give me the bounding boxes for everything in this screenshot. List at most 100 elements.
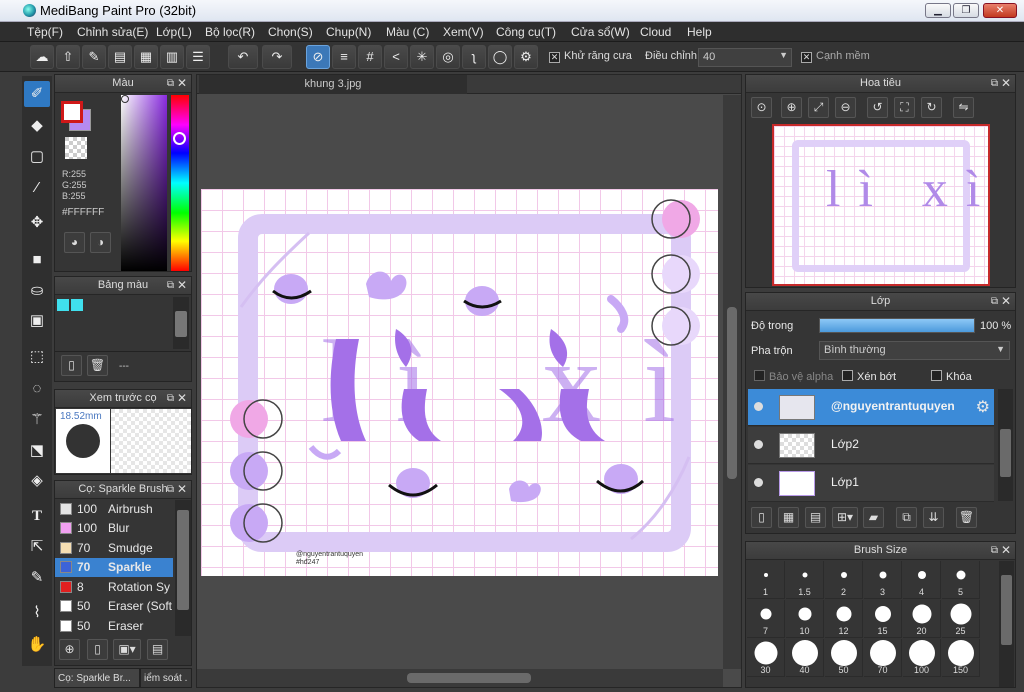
fit-window-icon[interactable]: ⤢ <box>808 97 829 118</box>
palette-icon[interactable]: ◕ <box>64 232 85 253</box>
lock-checkbox[interactable]: Khóa <box>931 370 972 383</box>
zoom-out-icon[interactable]: ⊖ <box>835 97 856 118</box>
layer-row[interactable]: Lớp2 <box>748 427 994 464</box>
brush-menu-icon[interactable]: ▣▾ <box>113 639 141 660</box>
menu-cloud[interactable]: Cloud <box>640 25 671 39</box>
delete-layer-icon[interactable]: 🗑 <box>956 507 977 528</box>
saturation-value-picker[interactable] <box>121 95 167 271</box>
antialias-checkbox[interactable]: ✕ Khử răng cưa <box>549 50 632 63</box>
brush-size-cell[interactable]: 70 <box>864 639 902 677</box>
minimize-button[interactable]: ▁ <box>925 3 951 18</box>
new-brush-icon[interactable]: ▯ <box>87 639 108 660</box>
new-palette-icon[interactable]: ▯ <box>61 355 82 376</box>
menu-help[interactable]: Help <box>687 25 712 39</box>
vertical-scrollbar[interactable] <box>723 95 741 669</box>
navigator-preview[interactable]: lì xì <box>772 124 990 286</box>
tab-document[interactable]: khung 3.jpg <box>199 75 467 94</box>
rotate-right-icon[interactable]: ↻ <box>921 97 942 118</box>
artwork-canvas[interactable]: lì xì @nguyentrantuquyen #hđ247 <box>201 189 718 576</box>
brush-size-cell[interactable]: 2 <box>825 561 863 599</box>
flip-horizontal-icon[interactable]: ⇋ <box>953 97 974 118</box>
message-icon[interactable]: ▤ <box>108 45 132 69</box>
undo-button[interactable]: ↶ <box>228 45 258 69</box>
primary-color-swatch[interactable] <box>61 101 83 123</box>
brush-item[interactable]: 50 Eraser <box>55 617 173 636</box>
brush-size-scrollbar[interactable] <box>999 561 1014 687</box>
opacity-slider[interactable] <box>819 318 975 333</box>
eye-icon[interactable] <box>754 478 763 487</box>
zoom-in-icon[interactable]: ⊕ <box>781 97 802 118</box>
brush-size-cell[interactable]: 1 <box>747 561 785 599</box>
menu-tools[interactable]: Công cụ(T) <box>496 25 556 39</box>
brush-size-cell[interactable]: 40 <box>786 639 824 677</box>
close-icon[interactable]: ✕ <box>177 390 187 407</box>
protect-alpha-checkbox[interactable]: Bảo vệ alpha <box>754 370 833 383</box>
eraser-tool-icon[interactable]: ◆ <box>24 113 50 139</box>
menu-edit[interactable]: Chỉnh sửa(E) <box>77 25 148 39</box>
close-icon[interactable]: ✕ <box>177 75 187 92</box>
new-layer-icon[interactable]: ▯ <box>751 507 772 528</box>
close-icon[interactable]: ✕ <box>1001 293 1011 310</box>
hue-slider[interactable] <box>171 95 189 271</box>
brush-size-cell[interactable]: 3 <box>864 561 902 599</box>
eye-icon[interactable] <box>754 402 763 411</box>
tab-control[interactable]: iểm soát . <box>140 668 192 688</box>
undock-icon[interactable]: ⧉ <box>991 293 998 310</box>
layer-row[interactable]: Lớp1 <box>748 465 994 502</box>
menu-filter[interactable]: Bộ lọc(R) <box>205 25 255 39</box>
hue-cursor[interactable] <box>173 132 186 145</box>
soft-edge-checkbox[interactable]: ✕ Cạnh mềm <box>801 50 870 63</box>
redo-button[interactable]: ↷ <box>262 45 292 69</box>
close-window-button[interactable]: ✕ <box>983 3 1017 18</box>
close-icon[interactable]: ✕ <box>177 481 187 498</box>
brush-list-scrollbar[interactable] <box>175 500 191 636</box>
snap-off-icon[interactable]: ⊘ <box>306 45 330 69</box>
gradient-tool-icon[interactable]: ▣ <box>24 308 50 334</box>
brush-item-selected[interactable]: 70 Sparkle <box>55 558 173 577</box>
comment-icon[interactable]: ✎ <box>82 45 106 69</box>
radial-snap-icon[interactable]: ✳ <box>410 45 434 69</box>
adjust-select[interactable]: 40 ▼ <box>698 48 792 67</box>
brush-tool-icon[interactable]: ✐ <box>24 81 50 107</box>
rectangle-tool-icon[interactable]: ▢ <box>24 144 50 170</box>
brush-item[interactable]: 100 Blur <box>55 519 173 538</box>
brush-size-cell[interactable]: 1.5 <box>786 561 824 599</box>
palette-scrollbar[interactable] <box>173 297 189 349</box>
dot-brush-tool-icon[interactable]: ⁄ <box>24 175 50 201</box>
layer-row-selected[interactable]: @nguyentrantuquyen ⚙ <box>748 389 994 426</box>
undock-icon[interactable]: ⧉ <box>991 75 998 92</box>
restore-button[interactable]: ❐ <box>953 3 979 18</box>
brush-size-cell[interactable]: 30 <box>747 639 785 677</box>
brush-item[interactable]: 100 Airbrush <box>55 500 173 519</box>
brush-size-cell[interactable]: 5 <box>942 561 980 599</box>
menu-capture[interactable]: Chụp(N) <box>326 25 371 39</box>
eye-icon[interactable] <box>754 440 763 449</box>
hand-tool-icon[interactable]: ✋ <box>24 632 50 658</box>
brush-size-cell[interactable]: 15 <box>864 600 902 638</box>
rotate-left-icon[interactable]: ↺ <box>867 97 888 118</box>
trash-icon[interactable]: 🗑 <box>87 355 108 376</box>
share-icon[interactable]: ⇧ <box>56 45 80 69</box>
tab-brush[interactable]: Cọ: Sparkle Br... <box>54 668 140 688</box>
new-folder-icon[interactable]: ▰ <box>863 507 884 528</box>
transparent-color-swatch[interactable] <box>65 137 87 159</box>
menu-layer[interactable]: Lớp(L) <box>156 25 192 39</box>
move-tool-icon[interactable]: ✥ <box>24 210 50 236</box>
palette-swatch[interactable] <box>71 299 83 311</box>
horizontal-scrollbar[interactable] <box>197 669 723 687</box>
brush-settings-icon[interactable]: ▤ <box>147 639 168 660</box>
vanishing-point-icon[interactable]: < <box>384 45 408 69</box>
select-tool-icon[interactable]: ⬚ <box>24 344 50 370</box>
gear-icon[interactable]: ⚙ <box>976 397 990 417</box>
bucket-tool-icon[interactable]: ⛀ <box>24 278 50 304</box>
duplicate-layer-icon[interactable]: ⧉ <box>896 507 917 528</box>
document-icon[interactable]: ▦ <box>134 45 158 69</box>
fill-rect-tool-icon[interactable]: ■ <box>24 247 50 273</box>
menu-window[interactable]: Cửa sổ(W) <box>571 25 630 39</box>
ellipse-snap-icon[interactable]: ◯ <box>488 45 512 69</box>
zoom-fit-icon[interactable]: ⊙ <box>751 97 772 118</box>
menu-color[interactable]: Màu (C) <box>386 25 429 39</box>
menu-select[interactable]: Chọn(S) <box>268 25 313 39</box>
layer-scrollbar[interactable] <box>998 389 1013 501</box>
edit-list-icon[interactable]: ☰ <box>186 45 210 69</box>
